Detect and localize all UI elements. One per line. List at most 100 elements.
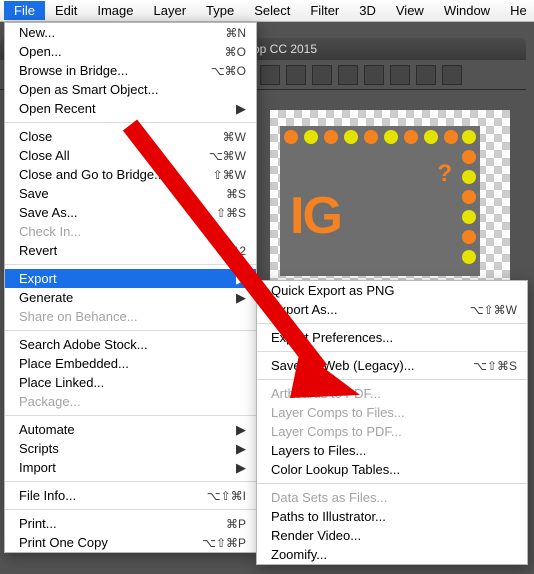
export-menu-item-artboards-to-pdf: Artboards to PDF... [257,384,527,403]
export-menu-item-export-preferences[interactable]: Export Preferences... [257,328,527,347]
file-menu-item-save[interactable]: Save⌘S [5,184,256,203]
menu-item-label: Package... [19,394,246,409]
file-menu-item-browse-in-bridge[interactable]: Browse in Bridge...⌥⌘O [5,61,256,80]
file-menu-item-save-as[interactable]: Save As...⇧⌘S [5,203,256,222]
menu-item-label: Export Preferences... [271,330,517,345]
menu-item-label: Print... [19,516,208,531]
export-menu-separator [257,379,527,380]
align-btn-7[interactable] [416,65,436,85]
file-menu-item-generate[interactable]: Generate▶ [5,288,256,307]
menu-item-label: Data Sets as Files... [271,490,517,505]
file-menu-item-export[interactable]: Export▶ [5,269,256,288]
export-menu-separator [257,323,527,324]
menu-select[interactable]: Select [244,1,300,20]
menu-item-label: Artboards to PDF... [271,386,517,401]
menu-type[interactable]: Type [196,1,244,20]
menu-item-label: File Info... [19,488,207,503]
file-menu-item-scripts[interactable]: Scripts▶ [5,439,256,458]
menu-layer[interactable]: Layer [144,1,197,20]
align-btn-4[interactable] [338,65,358,85]
menu-item-label: Place Embedded... [19,356,246,371]
menu-window[interactable]: Window [434,1,500,20]
file-menu-item-print-one-copy[interactable]: Print One Copy⌥⇧⌘P [5,533,256,552]
align-btn-8[interactable] [442,65,462,85]
menu-item-label: Layer Comps to Files... [271,405,517,420]
file-menu-item-share-on-behance: Share on Behance... [5,307,256,326]
menu-item-shortcut: ⌘S [208,187,246,201]
menu-item-shortcut: ⌥⇧⌘W [470,303,517,317]
menu-item-label: Open... [19,44,208,59]
artwork: IG ? [280,126,480,276]
menu-item-label: Browse in Bridge... [19,63,208,78]
file-menu-item-new[interactable]: New...⌘N [5,23,256,42]
align-btn-1[interactable] [260,65,280,85]
align-btn-3[interactable] [312,65,332,85]
file-menu-item-import[interactable]: Import▶ [5,458,256,477]
file-menu-item-file-info[interactable]: File Info...⌥⇧⌘I [5,486,256,505]
file-menu-item-open-as-smart-object[interactable]: Open as Smart Object... [5,80,256,99]
menu-item-label: Paths to Illustrator... [271,509,517,524]
menu-item-label: Close All [19,148,208,163]
menu-item-label: Color Lookup Tables... [271,462,517,477]
menu-item-shortcut: F12 [208,244,246,258]
export-submenu: Quick Export as PNG Export As...⌥⇧⌘W Expor… [256,280,528,565]
file-menu-item-close-all[interactable]: Close All⌥⌘W [5,146,256,165]
menu-3d[interactable]: 3D [349,1,386,20]
file-menu-item-revert[interactable]: RevertF12 [5,241,256,260]
export-menu-item-export-as[interactable]: Export As...⌥⇧⌘W [257,300,527,319]
menu-item-shortcut: ⌥⌘O [208,64,246,78]
menu-item-label: Quick Export as PNG [271,283,517,298]
menu-item-label: Place Linked... [19,375,246,390]
export-menu-item-render-video[interactable]: Render Video... [257,526,527,545]
artwork-text: IG [290,186,341,246]
file-menu-item-print[interactable]: Print...⌘P [5,514,256,533]
align-btn-6[interactable] [390,65,410,85]
export-menu-item-color-lookup-tables[interactable]: Color Lookup Tables... [257,460,527,479]
document-canvas[interactable]: IG ? [270,110,510,290]
menu-item-label: Layer Comps to PDF... [271,424,517,439]
export-menu-separator [257,483,527,484]
menu-file[interactable]: File [4,1,45,20]
menu-item-shortcut: ⇧⌘W [208,168,246,182]
menu-image[interactable]: Image [87,1,143,20]
menu-view[interactable]: View [386,1,434,20]
menu-item-label: Scripts [19,441,234,456]
export-menu-item-paths-to-illustrator[interactable]: Paths to Illustrator... [257,507,527,526]
menu-item-label: Close and Go to Bridge... [19,167,208,182]
menu-help[interactable]: He [500,1,534,20]
menu-item-label: Save for Web (Legacy)... [271,358,473,373]
file-menu-item-place-linked[interactable]: Place Linked... [5,373,256,392]
menu-filter[interactable]: Filter [300,1,349,20]
export-menu-item-save-for-web-legacy[interactable]: Save for Web (Legacy)...⌥⇧⌘S [257,356,527,375]
file-menu-item-automate[interactable]: Automate▶ [5,420,256,439]
menu-item-shortcut: ⌥⌘W [208,149,246,163]
export-menu-item-zoomify[interactable]: Zoomify... [257,545,527,564]
menu-item-label: Save As... [19,205,208,220]
file-menu-separator [5,481,256,482]
menu-item-shortcut: ⌥⇧⌘P [202,536,246,550]
menu-item-label: Zoomify... [271,547,517,562]
menu-item-label: Revert [19,243,208,258]
submenu-arrow-icon: ▶ [234,441,246,457]
menu-item-label: Render Video... [271,528,517,543]
align-btn-2[interactable] [286,65,306,85]
file-menu-item-open[interactable]: Open...⌘O [5,42,256,61]
file-menu-item-close-and-go-to-bridge[interactable]: Close and Go to Bridge...⇧⌘W [5,165,256,184]
menu-item-label: Share on Behance... [19,309,246,324]
export-menu-item-layer-comps-to-pdf: Layer Comps to PDF... [257,422,527,441]
file-menu-item-close[interactable]: Close⌘W [5,127,256,146]
export-menu-item-data-sets-as-files: Data Sets as Files... [257,488,527,507]
export-menu-item-layers-to-files[interactable]: Layers to Files... [257,441,527,460]
menu-item-shortcut: ⌘P [208,517,246,531]
file-menu-item-search-adobe-stock[interactable]: Search Adobe Stock... [5,335,256,354]
export-menu-item-layer-comps-to-files: Layer Comps to Files... [257,403,527,422]
menu-item-label: New... [19,25,208,40]
file-menu-item-package: Package... [5,392,256,411]
file-menu-item-place-embedded[interactable]: Place Embedded... [5,354,256,373]
align-btn-5[interactable] [364,65,384,85]
export-menu-item-quick-export-as-png[interactable]: Quick Export as PNG [257,281,527,300]
file-menu-item-open-recent[interactable]: Open Recent▶ [5,99,256,118]
menu-edit[interactable]: Edit [45,1,87,20]
menu-item-shortcut: ⌘O [208,45,246,59]
menu-item-shortcut: ⌥⇧⌘I [207,489,246,503]
